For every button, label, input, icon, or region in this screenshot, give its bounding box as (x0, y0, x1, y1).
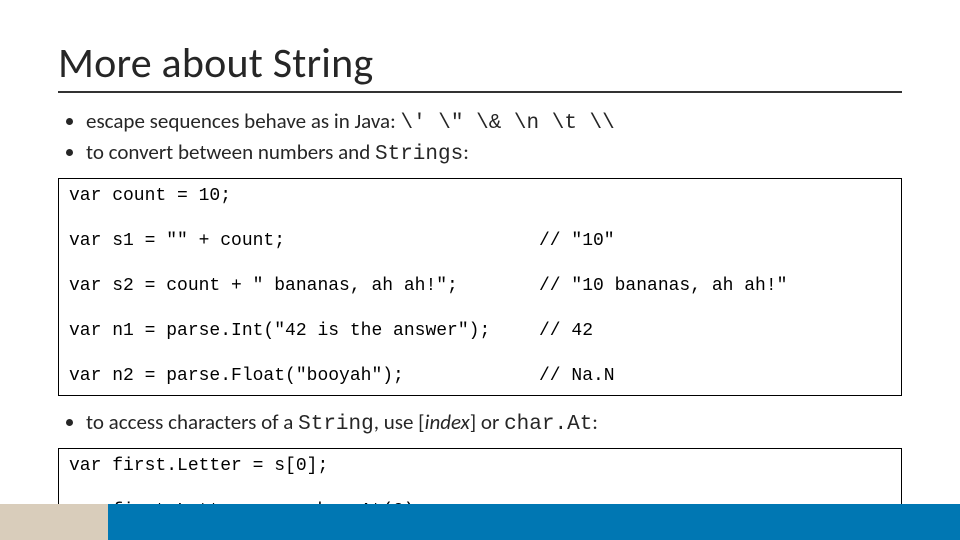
slide: More about String escape sequences behav… (0, 0, 960, 540)
string-word: String (298, 413, 374, 436)
code-line: var s1 = "" + count;// "10" (69, 230, 891, 253)
strings-word: Strings (375, 143, 463, 166)
code-line: var count = 10; (69, 185, 891, 208)
bullet-text: escape sequences behave as in Java: (86, 108, 401, 134)
escape-codes: \' \" \& \n \t \\ (401, 112, 615, 135)
footer-accent (0, 504, 108, 540)
title-rule (58, 91, 902, 93)
page-title: More about String (58, 38, 902, 89)
code-line: var s2 = count + " bananas, ah ah!";// "… (69, 275, 891, 298)
bullet-escape-sequences: escape sequences behave as in Java: \' \… (86, 107, 902, 138)
charat-word: char.At (504, 413, 592, 436)
code-line: var n1 = parse.Int("42 is the answer");/… (69, 320, 891, 343)
middle-bullets: to access characters of a String, use [i… (58, 408, 902, 439)
code-block-convert: var count = 10; var s1 = "" + count;// "… (58, 178, 902, 397)
bullet-text: ] or (470, 409, 504, 435)
footer-bar (0, 504, 960, 540)
bullet-convert-numbers: to convert between numbers and Strings: (86, 138, 902, 169)
code-line: var first.Letter = s[0]; (69, 455, 891, 478)
bullet-access-characters: to access characters of a String, use [i… (86, 408, 902, 439)
bullet-suffix: : (592, 409, 598, 435)
code-line: var n2 = parse.Float("booyah");// Na.N (69, 365, 891, 388)
bullet-suffix: : (463, 139, 469, 165)
bullet-text: to convert between numbers and (86, 139, 375, 165)
top-bullets: escape sequences behave as in Java: \' \… (58, 107, 902, 170)
index-word: index (425, 409, 470, 435)
bullet-text: , use [ (374, 409, 425, 435)
bullet-text: to access characters of a (86, 409, 298, 435)
